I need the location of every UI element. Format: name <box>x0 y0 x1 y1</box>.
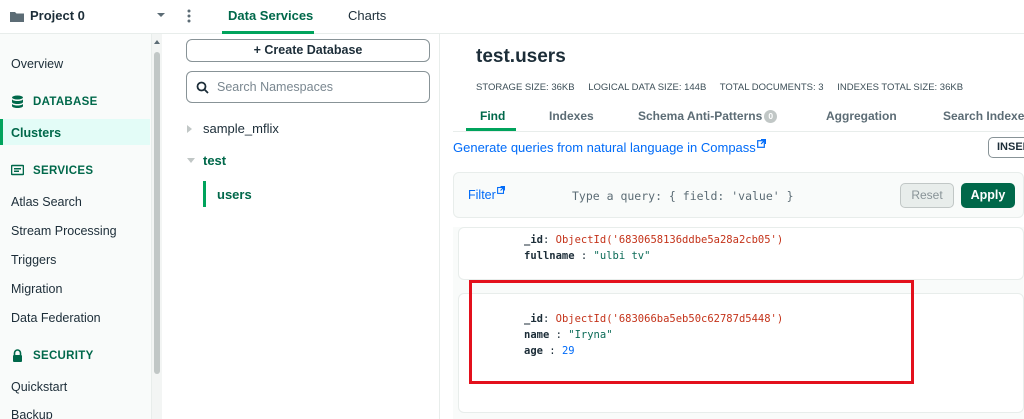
more-options-icon[interactable] <box>186 7 192 25</box>
sidebar-item-quickstart[interactable]: Quickstart <box>11 380 67 394</box>
sidebar-item-overview[interactable]: Overview <box>11 57 63 71</box>
namespace-db-sample-mflix[interactable]: sample_mflix <box>203 121 279 136</box>
stat-storage-size: STORAGE SIZE: 36KB <box>476 82 575 93</box>
field-key: fullname <box>524 250 575 262</box>
sidebar-header-label: DATABASE <box>33 96 98 108</box>
search-placeholder: Search Namespaces <box>217 80 334 94</box>
sidebar-item-data-federation[interactable]: Data Federation <box>11 311 101 325</box>
database-icon <box>12 95 23 108</box>
collection-title: test.users <box>476 46 566 67</box>
external-link-icon <box>496 185 505 194</box>
chevron-right-icon[interactable] <box>186 124 194 134</box>
sidebar-item-clusters[interactable]: Clusters <box>11 126 61 140</box>
tab-aggregation[interactable]: Aggregation <box>826 109 897 123</box>
collection-stats: STORAGE SIZE: 36KB LOGICAL DATA SIZE: 14… <box>476 82 974 93</box>
scroll-up-icon[interactable] <box>153 38 161 46</box>
compass-link[interactable]: Generate queries from natural language i… <box>453 138 766 155</box>
count-badge: 0 <box>764 110 778 123</box>
tab-label: Schema Anti-Patterns <box>638 109 763 123</box>
search-namespaces-input[interactable]: Search Namespaces <box>186 71 430 103</box>
namespace-db-test[interactable]: test <box>203 153 226 168</box>
sidebar-item-migration[interactable]: Migration <box>11 282 62 296</box>
lock-icon <box>13 349 22 362</box>
document-field: _id: ObjectId('6830658136ddbe5a28a2cb05'… <box>524 234 784 246</box>
highlight-annotation-box <box>469 280 914 384</box>
tab-search-indexes[interactable]: Search Indexes <box>943 109 1024 123</box>
compass-link-label: Generate queries from natural language i… <box>453 140 756 155</box>
chevron-down-icon[interactable] <box>186 157 196 165</box>
namespace-collection-users[interactable]: users <box>217 187 252 202</box>
stat-indexes-total-size: INDEXES TOTAL SIZE: 36KB <box>837 82 964 93</box>
sidebar-header-label: SECURITY <box>33 350 94 362</box>
sidebar-item-atlas-search[interactable]: Atlas Search <box>11 195 82 209</box>
tab-charts[interactable]: Charts <box>348 8 386 23</box>
external-link-icon <box>756 138 766 148</box>
filter-label-text: Filter <box>468 188 496 202</box>
active-collection-indicator <box>203 181 206 207</box>
project-selector[interactable]: Project 0 <box>30 8 85 23</box>
tab-data-services[interactable]: Data Services <box>228 8 313 23</box>
sidebar-item-stream-processing[interactable]: Stream Processing <box>11 224 117 238</box>
field-value: "ulbi tv" <box>593 250 651 262</box>
filter-query-input[interactable]: Type a query: { field: 'value' } <box>560 183 890 209</box>
folder-icon <box>10 12 24 22</box>
tab-schema-anti-patterns[interactable]: Schema Anti-Patterns 0 <box>638 109 778 123</box>
field-value: ObjectId('6830658136ddbe5a28a2cb05') <box>555 234 784 246</box>
sidebar-scroll-thumb[interactable] <box>154 52 160 374</box>
stat-logical-data-size: LOGICAL DATA SIZE: 144B <box>588 82 707 93</box>
sidebar-header-label: SERVICES <box>33 165 94 177</box>
tab-find[interactable]: Find <box>480 109 505 123</box>
tab-indexes[interactable]: Indexes <box>549 109 594 123</box>
tabs-divider <box>453 131 1024 132</box>
search-icon <box>196 81 209 94</box>
field-key: _id <box>524 234 543 246</box>
stat-total-documents: TOTAL DOCUMENTS: 3 <box>719 82 824 93</box>
reset-button[interactable]: Reset <box>900 183 954 208</box>
apply-button[interactable]: Apply <box>961 183 1015 208</box>
sidebar-item-triggers[interactable]: Triggers <box>11 253 56 267</box>
create-database-button[interactable]: + Create Database <box>186 39 430 62</box>
services-icon <box>11 164 24 176</box>
top-bar: Project 0 Data Services Charts <box>0 0 1024 34</box>
chevron-down-icon[interactable] <box>156 10 166 20</box>
filter-label[interactable]: Filter <box>468 185 505 202</box>
insert-document-button[interactable]: INSERT <box>988 137 1024 158</box>
document-field: fullname : "ulbi tv" <box>524 250 651 262</box>
sidebar-item-backup[interactable]: Backup <box>11 408 53 419</box>
